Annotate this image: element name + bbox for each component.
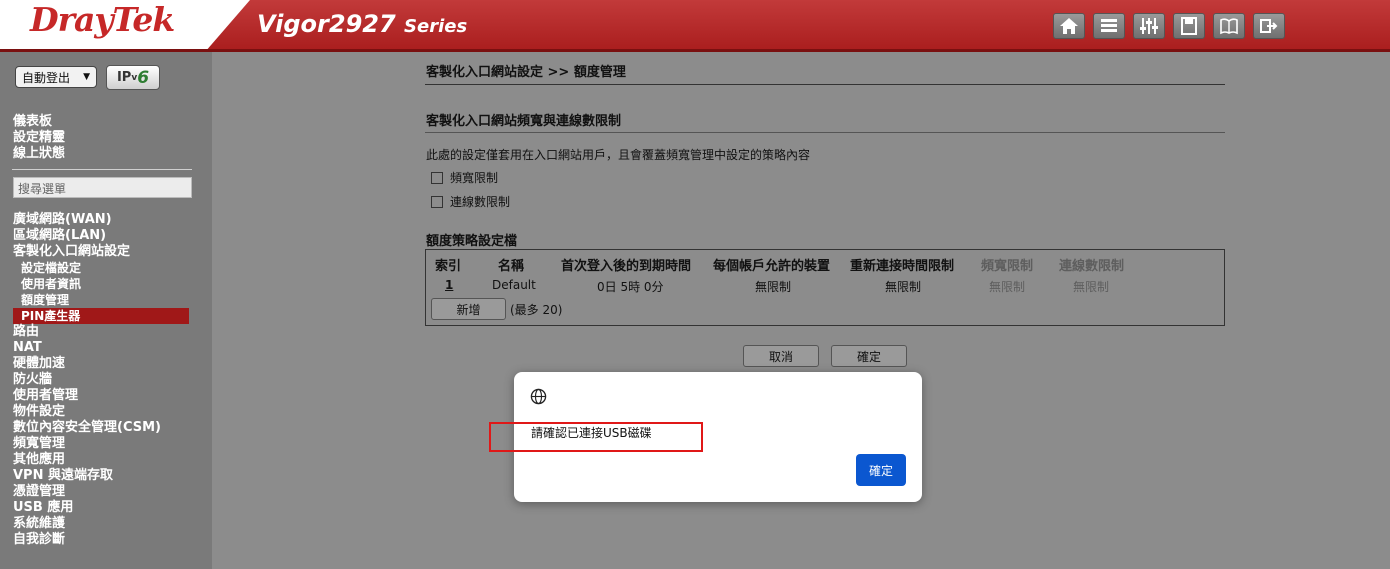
col-devices: 每個帳戶允許的裝置 [713,259,831,274]
sidebar-item-dashboard[interactable]: 儀表板 [13,114,65,130]
col-name: 名稱 [498,259,525,274]
sidebar-item-online-status[interactable]: 線上狀態 [13,146,65,162]
sidebar-item-firewall[interactable]: 防火牆 [13,372,203,388]
captive-portal-submenu: 設定檔設定 使用者資訊 額度管理 PIN產生器 [13,260,203,324]
quota-profile-table: 索引 名稱 首次登入後的到期時間 每個帳戶允許的裝置 重新連接時間限制 頻寬限制… [425,249,1225,326]
sidebar-item-vpn[interactable]: VPN 與遠端存取 [13,468,203,484]
auto-logout-select[interactable]: 自動登出 ▼ [15,66,97,88]
sidebar-item-bandwidth[interactable]: 頻寬管理 [13,436,203,452]
confirm-button[interactable]: 確定 [831,345,907,367]
sidebar-item-lan[interactable]: 區域網路(LAN) [13,228,203,244]
section-description: 此處的設定僅套用在入口網站用戶，且會覆蓋頻寬管理中設定的策略內容 [426,148,811,162]
save-icon[interactable] [1173,13,1205,39]
sidebar-item-csm[interactable]: 數位內容安全管理(CSM) [13,420,203,436]
col-expiry: 首次登入後的到期時間 [561,259,692,274]
bandwidth-limit-checkbox[interactable] [431,171,443,184]
section-title: 客製化入口網站頻寬與連線數限制 [426,114,622,129]
sidebar-item-usb[interactable]: USB 應用 [13,500,203,516]
row-devices: 無限制 [755,280,792,294]
sidebar-item-applications[interactable]: 其他應用 [13,452,203,468]
chevron-down-icon: ▼ [83,72,90,82]
sidebar-item-captive-portal[interactable]: 客製化入口網站設定 [13,244,203,260]
sidebar-subitem-profile[interactable]: 設定檔設定 [21,260,203,276]
sidebar-divider [12,169,192,170]
col-bandwidth: 頻寬限制 [981,259,1034,274]
header-toolbar [1053,13,1285,39]
draytek-logo: DrayTek [30,0,175,39]
model-series: Series [404,16,468,37]
sliders-icon[interactable] [1133,13,1165,39]
auto-logout-value: 自動登出 [22,70,71,85]
breadcrumb: 客製化入口網站設定 >> 額度管理 [426,65,626,80]
globe-icon [530,388,547,405]
ipv6-six: 6 [137,67,150,88]
bandwidth-limit-row: 頻寬限制 [431,169,498,186]
row-name: Default [492,278,536,292]
sidebar-item-hw-accel[interactable]: 硬體加速 [13,356,203,372]
model-name: Vigor2927 Series [257,10,467,38]
book-icon[interactable] [1213,13,1245,39]
sidebar-subitem-quota[interactable]: 額度管理 [21,292,203,308]
col-reconnect: 重新連接時間限制 [850,259,955,274]
sidebar-subitem-pin-generator[interactable]: PIN產生器 [13,308,189,324]
row-expiry: 0日 5時 0分 [597,280,664,294]
max-note: (最多 20) [510,303,563,317]
section-divider [425,132,1225,133]
sidebar-item-diagnostics[interactable]: 自我診斷 [13,532,203,548]
row-sessions: 無限制 [1073,280,1110,294]
sidebar-item-user-mgmt[interactable]: 使用者管理 [13,388,203,404]
home-icon[interactable] [1053,13,1085,39]
table-icon[interactable] [1093,13,1125,39]
header-bar: DrayTek Vigor2927 Series [0,0,1390,52]
bandwidth-limit-label: 頻寬限制 [450,171,499,185]
sidebar-item-wan[interactable]: 廣域網路(WAN) [13,212,203,228]
quick-links: 儀表板 設定精靈 線上狀態 [13,114,65,162]
red-highlight-box [489,422,703,452]
cancel-button[interactable]: 取消 [743,345,819,367]
sidebar: 自動登出 ▼ IP v 6 儀表板 設定精靈 線上狀態 搜尋選單 廣域網路(WAN)… [0,52,212,569]
session-limit-row: 連線數限制 [431,193,510,210]
ipv6-prefix: IP [116,70,132,85]
sidebar-item-wizard[interactable]: 設定精靈 [13,130,65,146]
dialog-ok-button[interactable]: 確定 [856,454,906,486]
add-button[interactable]: 新增 [431,298,506,320]
sidebar-item-maintenance[interactable]: 系統維護 [13,516,203,532]
ipv6-button[interactable]: IP v 6 [106,65,160,90]
sidebar-item-certificates[interactable]: 憑證管理 [13,484,203,500]
quota-profile-title: 額度策略設定檔 [426,234,518,249]
row-bandwidth: 無限制 [989,280,1026,294]
main-menu: 廣域網路(WAN) 區域網路(LAN) 客製化入口網站設定 設定檔設定 使用者資… [13,212,203,548]
row-reconnect: 無限制 [885,280,922,294]
col-index: 索引 [435,259,462,274]
menu-search-input[interactable]: 搜尋選單 [13,177,192,198]
sidebar-item-nat[interactable]: NAT [13,340,203,356]
session-limit-label: 連線數限制 [450,195,511,209]
sidebar-subitem-user-info[interactable]: 使用者資訊 [21,276,203,292]
session-limit-checkbox[interactable] [431,195,443,208]
col-sessions: 連線數限制 [1059,259,1125,274]
breadcrumb-divider [425,84,1225,85]
logout-icon[interactable] [1253,13,1285,39]
model-number: Vigor2927 [257,10,396,38]
row-index-link[interactable]: 1 [445,278,453,292]
sidebar-item-objects[interactable]: 物件設定 [13,404,203,420]
sidebar-item-routing[interactable]: 路由 [13,324,203,340]
